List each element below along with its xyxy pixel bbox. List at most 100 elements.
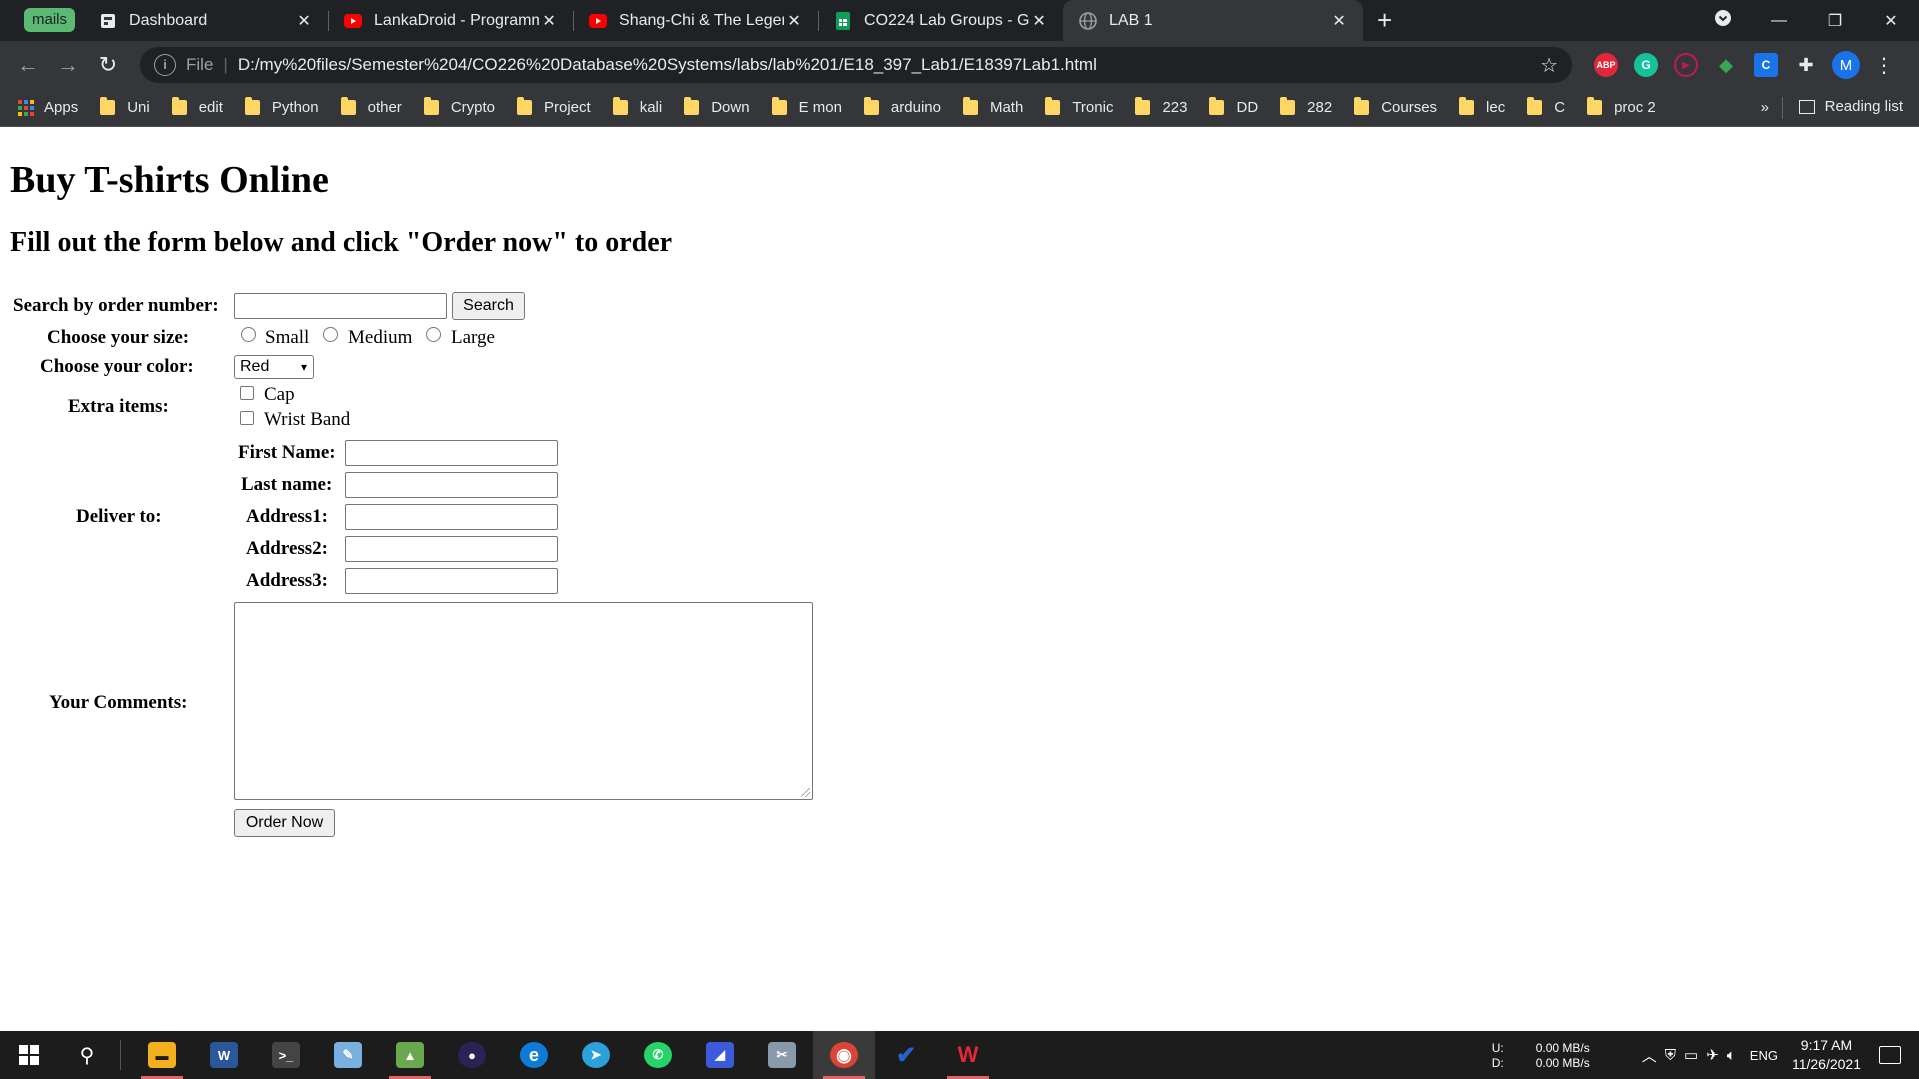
bookmark-folder[interactable]: Math: [962, 97, 1023, 116]
file-explorer-icon[interactable]: ▬: [131, 1031, 193, 1079]
language-indicator[interactable]: ENG: [1750, 1048, 1778, 1063]
chevron-up-icon[interactable]: ︿: [1642, 1045, 1657, 1066]
eclipse-icon[interactable]: ●: [441, 1031, 503, 1079]
address3-input[interactable]: [345, 568, 558, 594]
address-bar[interactable]: i File | D:/my%20files/Semester%204/CO22…: [140, 47, 1572, 83]
size-medium-radio[interactable]: [323, 327, 338, 342]
minimize-icon[interactable]: —: [1751, 12, 1807, 30]
bookmark-folder[interactable]: Project: [517, 97, 591, 116]
bookmark-folder[interactable]: Python: [244, 97, 319, 116]
terminal-icon[interactable]: >_: [255, 1031, 317, 1079]
address1-label: Address1:: [246, 506, 328, 527]
tab-dashboard[interactable]: Dashboard ✕: [83, 0, 328, 41]
search-button[interactable]: Search: [452, 292, 525, 320]
colorful-extension-icon[interactable]: ◆: [1714, 53, 1738, 77]
avatar[interactable]: M: [1832, 51, 1860, 79]
resize-grip-icon[interactable]: [801, 788, 810, 797]
comments-textarea[interactable]: [234, 602, 813, 800]
bookmark-folder[interactable]: C: [1527, 97, 1565, 116]
bookmark-folder[interactable]: Down: [684, 97, 750, 116]
image-editor-icon[interactable]: ▲: [379, 1031, 441, 1079]
close-icon[interactable]: ✕: [1029, 11, 1049, 31]
volume-icon[interactable]: 🔈︎: [1727, 1047, 1736, 1064]
bookmark-apps[interactable]: Apps: [18, 99, 78, 116]
bookmark-folder[interactable]: DD: [1209, 97, 1258, 116]
size-small-radio[interactable]: [241, 327, 256, 342]
grammarly-icon[interactable]: G: [1634, 53, 1658, 77]
app-glyph: ✔: [895, 1041, 917, 1069]
close-icon[interactable]: ✕: [1329, 11, 1349, 31]
tab-lab-1[interactable]: LAB 1 ✕: [1063, 0, 1364, 41]
tab-co224-lab-groups[interactable]: CO224 Lab Groups - Google Shee ✕: [818, 0, 1063, 41]
battery-icon[interactable]: ▭: [1684, 1046, 1698, 1064]
puzzle-extensions-icon[interactable]: ✚: [1794, 53, 1818, 77]
bookmark-folder[interactable]: E mon: [771, 97, 842, 116]
wps-office-icon[interactable]: W: [937, 1031, 999, 1079]
bookmark-star-icon[interactable]: ☆: [1540, 53, 1558, 78]
edge-icon[interactable]: e: [503, 1031, 565, 1079]
new-tab-button[interactable]: +: [1377, 6, 1392, 34]
network-speed-meter: U: 0.00 MB/s D: 0.00 MB/s: [1492, 1041, 1616, 1070]
telegram-icon[interactable]: ➤: [565, 1031, 627, 1079]
tab-search-icon[interactable]: [1695, 9, 1751, 32]
bookmark-folder[interactable]: other: [340, 97, 402, 116]
tab-group-chip[interactable]: mails: [24, 8, 76, 32]
cap-checkbox[interactable]: [240, 386, 254, 400]
reload-icon[interactable]: ↻: [88, 52, 128, 78]
address2-input[interactable]: [345, 536, 558, 562]
adblock-plus-icon[interactable]: ABP: [1594, 53, 1618, 77]
bookmark-folder[interactable]: Courses: [1354, 97, 1437, 116]
menu-kebab-icon[interactable]: ⋮: [1874, 53, 1894, 78]
bookmark-folder[interactable]: proc 2: [1587, 97, 1656, 116]
word-icon[interactable]: W: [193, 1031, 255, 1079]
close-icon[interactable]: ✕: [294, 11, 314, 31]
bookmark-folder[interactable]: kali: [612, 97, 662, 116]
search-input[interactable]: [234, 293, 447, 319]
upload-label: U:: [1491, 1040, 1504, 1055]
bookmark-label: proc 2: [1614, 99, 1656, 116]
clock[interactable]: 9:17 AM 11/26/2021: [1792, 1036, 1861, 1074]
start-button[interactable]: [0, 1045, 58, 1065]
close-icon[interactable]: ✕: [539, 11, 559, 31]
chrome-icon[interactable]: ◉: [813, 1031, 875, 1079]
color-select[interactable]: Red ▾: [234, 355, 314, 379]
wrist-band-checkbox[interactable]: [240, 411, 254, 425]
notification-center-icon[interactable]: [1879, 1046, 1901, 1064]
whatsapp-icon[interactable]: ✆: [627, 1031, 689, 1079]
tray-icons: ︿ ⛨ ▭ ✈ 🔈︎ ENG: [1642, 1045, 1778, 1066]
bookmark-folder[interactable]: 282: [1280, 97, 1332, 116]
bookmark-folder[interactable]: Tronic: [1045, 97, 1113, 116]
folder-icon: [1209, 97, 1225, 115]
snipping-tool-icon[interactable]: ✂: [751, 1031, 813, 1079]
bookmark-folder[interactable]: edit: [171, 97, 223, 116]
notepad-icon[interactable]: ✎: [317, 1031, 379, 1079]
close-window-icon[interactable]: ✕: [1863, 11, 1919, 31]
info-icon[interactable]: i: [154, 54, 176, 76]
bookmarks-overflow-icon[interactable]: »: [1761, 99, 1769, 116]
bookmark-folder[interactable]: Crypto: [423, 97, 495, 116]
url-text[interactable]: D:/my%20files/Semester%204/CO226%20Datab…: [238, 55, 1540, 75]
search-icon[interactable]: ⚲: [58, 1043, 116, 1068]
media-extension-icon[interactable]: ▶: [1674, 53, 1698, 77]
address1-input[interactable]: [345, 504, 558, 530]
vscode-icon[interactable]: ◢: [689, 1031, 751, 1079]
c-extension-icon[interactable]: C: [1754, 53, 1778, 77]
order-now-button[interactable]: Order Now: [234, 809, 335, 837]
reading-list-button[interactable]: Reading list: [1798, 98, 1903, 115]
bookmark-folder[interactable]: Uni: [100, 97, 150, 116]
close-icon[interactable]: ✕: [784, 11, 804, 31]
restore-icon[interactable]: ❐: [1807, 11, 1863, 31]
tab-shang-chi[interactable]: Shang-Chi & The Legend of The ✕: [573, 0, 818, 41]
airplane-mode-icon[interactable]: ✈: [1706, 1046, 1719, 1064]
first-name-input[interactable]: [345, 440, 558, 466]
last-name-input[interactable]: [345, 472, 558, 498]
size-large-radio[interactable]: [426, 327, 441, 342]
bookmark-folder[interactable]: lec: [1459, 97, 1505, 116]
security-shield-icon[interactable]: ⛨: [1665, 1047, 1676, 1064]
todo-icon[interactable]: ✔: [875, 1031, 937, 1079]
bookmark-folder[interactable]: arduino: [863, 97, 941, 116]
back-arrow-icon[interactable]: ←: [8, 52, 48, 78]
forward-arrow-icon[interactable]: →: [48, 52, 88, 78]
tab-lankadroid[interactable]: LankaDroid - Programming Kupp ✕: [328, 0, 573, 41]
bookmark-folder[interactable]: 223: [1135, 97, 1187, 116]
